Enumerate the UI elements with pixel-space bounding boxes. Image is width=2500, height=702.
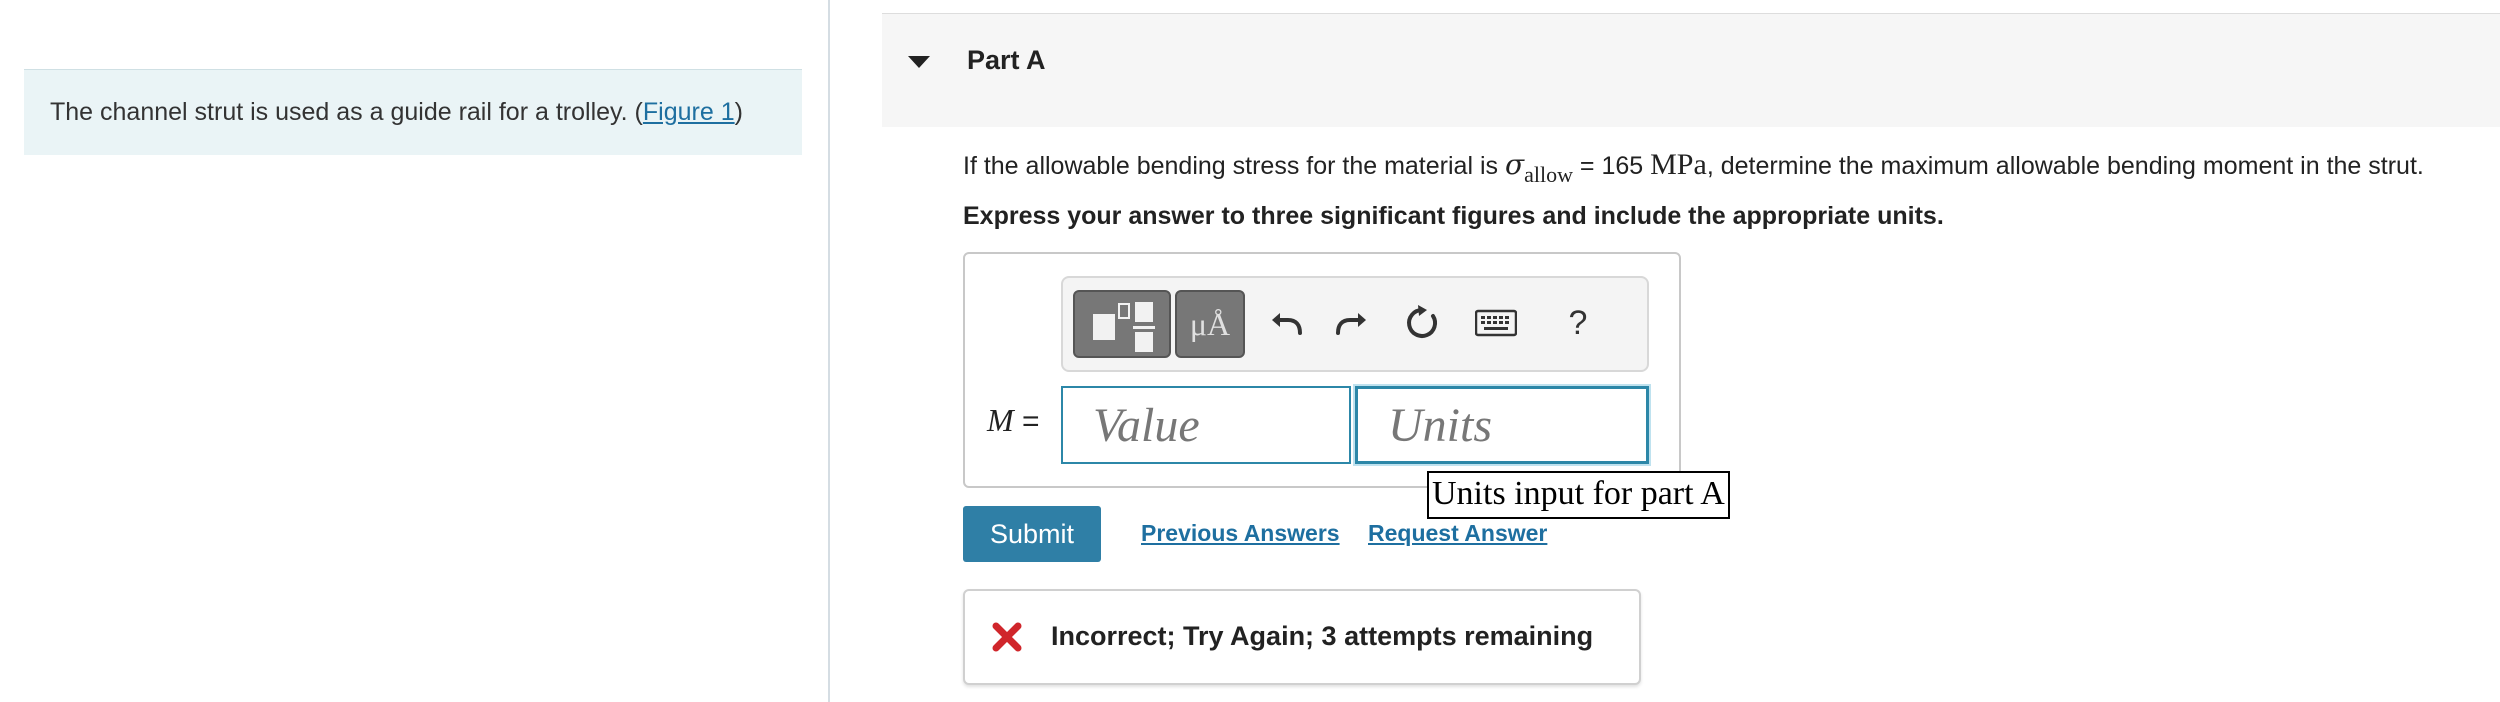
problem-intro: The channel strut is used as a guide rai… bbox=[50, 98, 743, 127]
question-suffix: , determine the maximum allowable bendin… bbox=[1706, 152, 2424, 180]
symbols-button[interactable]: μÅ bbox=[1175, 290, 1245, 358]
question-prefix: If the allowable bending stress for the … bbox=[963, 152, 1505, 180]
intro-close: ) bbox=[734, 98, 743, 126]
stress-unit: MPa bbox=[1650, 148, 1707, 181]
undo-icon bbox=[1272, 313, 1302, 335]
redo-icon bbox=[1336, 313, 1366, 335]
value-input[interactable] bbox=[1061, 386, 1351, 464]
x-icon bbox=[992, 622, 1022, 652]
feedback-message: Incorrect; Try Again; 3 attempts remaini… bbox=[1051, 621, 1594, 651]
keyboard-button[interactable] bbox=[1471, 298, 1521, 348]
templates-icon bbox=[1093, 302, 1155, 352]
sigma-subscript: allow bbox=[1524, 162, 1573, 187]
reset-button[interactable] bbox=[1397, 298, 1447, 348]
submit-button[interactable]: Submit bbox=[963, 506, 1101, 562]
feedback-box: Incorrect; Try Again; 3 attempts remaini… bbox=[963, 589, 1641, 685]
question-equals: = 165 bbox=[1572, 152, 1651, 180]
answer-variable-label: M = bbox=[987, 402, 1040, 439]
request-answer-link[interactable]: Request Answer bbox=[1368, 520, 1547, 547]
sigma-symbol: σ bbox=[1504, 148, 1525, 181]
units-tooltip: Units input for part A bbox=[1427, 471, 1730, 519]
variable-symbol: M bbox=[987, 402, 1014, 438]
undo-button[interactable] bbox=[1263, 298, 1313, 348]
units-input[interactable] bbox=[1355, 386, 1649, 464]
reset-icon bbox=[1407, 305, 1437, 338]
caret-down-icon[interactable] bbox=[908, 56, 930, 68]
part-header[interactable]: Part A bbox=[882, 14, 2500, 127]
help-button[interactable]: ? bbox=[1553, 298, 1603, 348]
question-text: If the allowable bending stress for the … bbox=[963, 148, 2424, 188]
equals-sign: = bbox=[1013, 405, 1040, 438]
math-toolbar: μÅ ? bbox=[1061, 276, 1649, 372]
intro-text: The channel strut is used as a guide rai… bbox=[50, 98, 643, 126]
redo-button[interactable] bbox=[1325, 298, 1375, 348]
figure-link[interactable]: Figure 1 bbox=[643, 98, 735, 126]
part-title: Part A bbox=[967, 45, 1046, 75]
templates-button[interactable] bbox=[1073, 290, 1171, 358]
column-divider bbox=[828, 0, 830, 702]
keyboard-icon bbox=[1475, 309, 1517, 337]
answer-box: μÅ ? M = Value Units bbox=[963, 252, 1681, 488]
previous-answers-link[interactable]: Previous Answers bbox=[1141, 520, 1340, 547]
answer-instruction: Express your answer to three significant… bbox=[963, 202, 1944, 230]
problem-intro-panel: The channel strut is used as a guide rai… bbox=[24, 69, 802, 155]
